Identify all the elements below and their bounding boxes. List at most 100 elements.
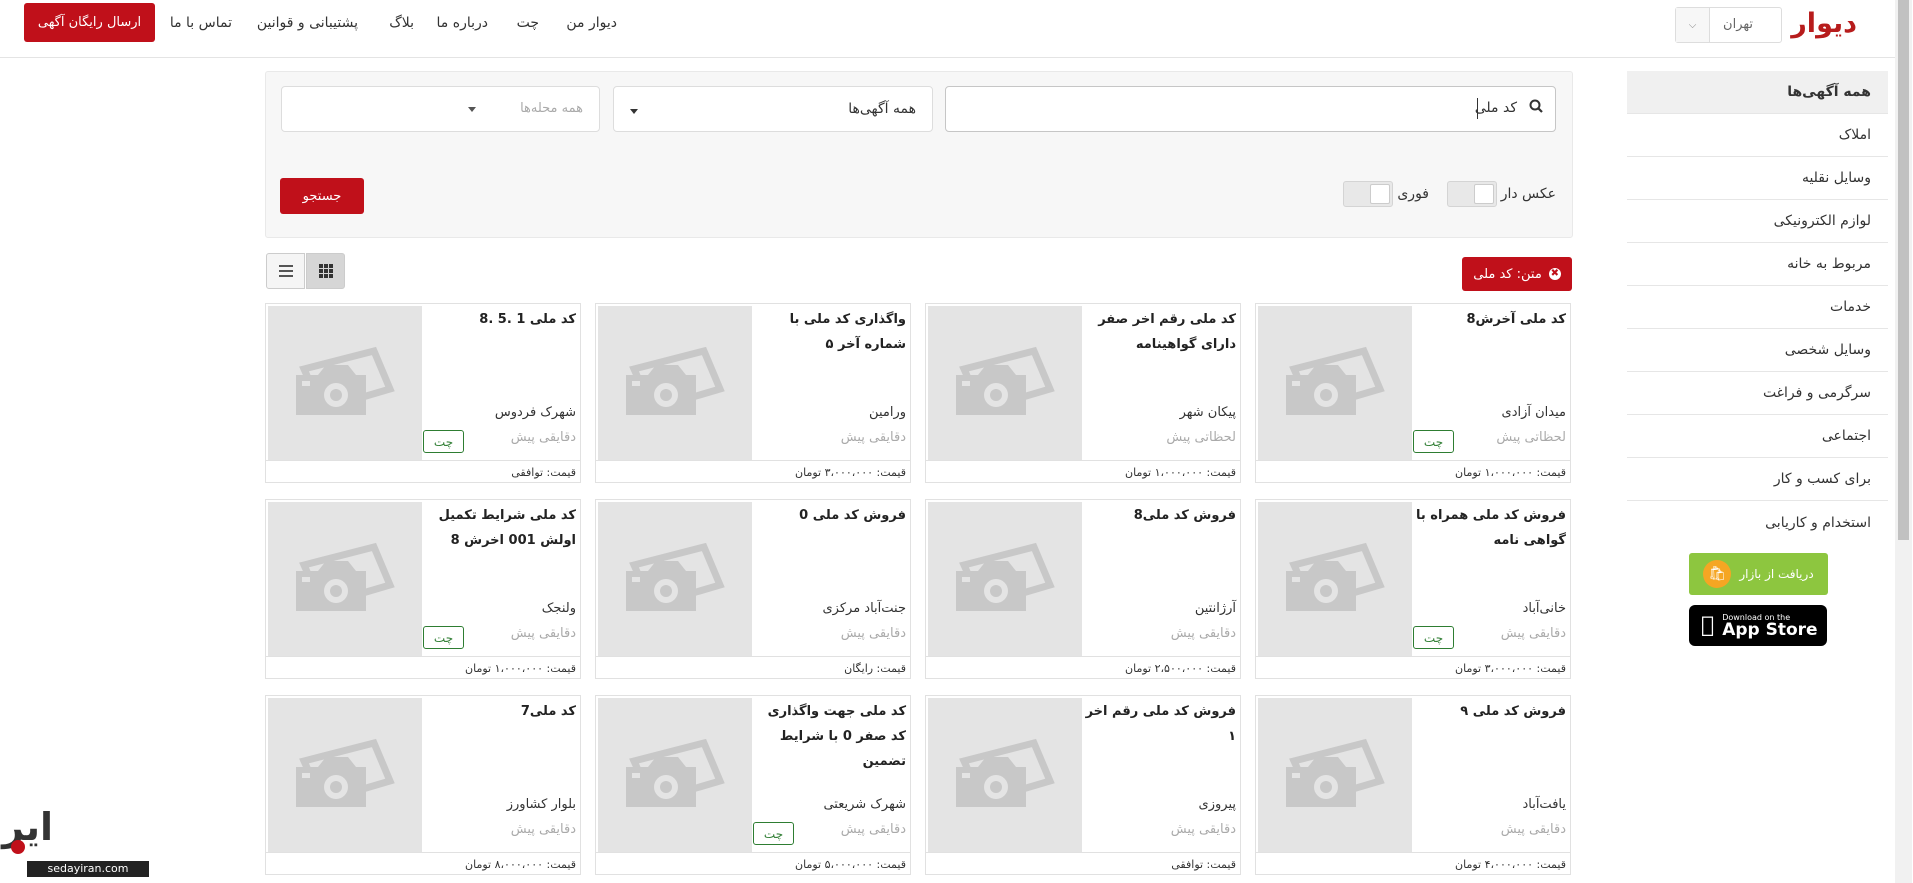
ad-card[interactable]: فروش کد ملی رقم اخر ۱ پیروزی دقایقی پیش قیم… — [926, 695, 1242, 875]
sidebar-item-real-estate[interactable]: املاک — [1628, 114, 1889, 157]
chat-button[interactable]: چت — [754, 822, 795, 845]
ad-card[interactable]: کد ملی 1 .5 .8 شهرک فردوس دقایقی پیش چت قیمت… — [266, 303, 582, 483]
ad-title[interactable]: فروش کد ملی همراه با گواهی نامه — [1415, 503, 1567, 553]
ad-card[interactable]: فروش کد ملی 0 جنت‌آباد مرکزی دقایقی پیش قیم… — [596, 499, 912, 679]
chat-button[interactable]: چت — [424, 626, 465, 649]
nav-my-divar[interactable]: دیوار من — [567, 15, 618, 31]
chat-button[interactable]: چت — [1414, 626, 1455, 649]
city-selector[interactable]: تهران ⌵ — [1676, 7, 1783, 43]
search-query-text: کد ملی — [1475, 100, 1518, 116]
ad-card[interactable]: کد ملی جهت واگذاری کد صفر 0 با شرایط تضم… — [596, 695, 912, 875]
page-scrollbar[interactable] — [1896, 0, 1913, 883]
sidebar-item-vehicles[interactable]: وسایل نقلیه — [1628, 157, 1889, 200]
sidebar-item-business[interactable]: برای کسب و کار — [1628, 458, 1889, 501]
ad-title[interactable]: فروش کد ملی ۹ — [1415, 699, 1567, 724]
photo-toggle[interactable] — [1448, 181, 1498, 207]
ad-title[interactable]: کد ملی رقم اخر صفر دارای گواهینامه — [1085, 307, 1237, 357]
ad-time: دقایقی پیش — [1501, 626, 1567, 641]
nav-chat[interactable]: چت — [518, 15, 540, 31]
filter-chip-label: متن: کد ملی — [1474, 266, 1543, 282]
nav-contact[interactable]: تماس با ما — [171, 15, 233, 31]
urgent-toggle-label: فوری — [1398, 186, 1430, 202]
ad-card[interactable]: فروش کد ملی8 آرژانتین دقایقی پیش قیمت: ۲،۵۰… — [926, 499, 1242, 679]
post-ad-button[interactable]: ارسال رایگان آگهی — [25, 3, 156, 42]
ad-card[interactable]: کد ملی7 بلوار کشاورز دقایقی پیش قیمت: ۸،۰۰۰… — [266, 695, 582, 875]
ad-time: دقایقی پیش — [841, 430, 907, 445]
camera-icon — [291, 341, 401, 425]
scrollbar-thumb[interactable] — [1899, 0, 1910, 540]
divar-logo[interactable]: دیوار — [1792, 8, 1859, 39]
watermark-logo: ایرانی — [0, 805, 54, 849]
neighborhood-select[interactable]: همه محله‌ها — [282, 86, 601, 132]
close-icon[interactable]: ✖ — [1549, 268, 1562, 280]
nav-support[interactable]: پشتیبانی و قوانین — [258, 15, 359, 31]
active-filter-chip[interactable]: ✖ متن: کد ملی — [1463, 257, 1573, 291]
ad-title[interactable]: فروش کد ملی8 — [1085, 503, 1237, 528]
placeholder-image — [929, 698, 1083, 852]
ad-location: میدان آزادی — [1502, 405, 1567, 420]
placeholder-image — [929, 502, 1083, 656]
sidebar-item-jobs[interactable]: استخدام و کاریابی — [1628, 501, 1889, 544]
toggle-knob — [1475, 184, 1495, 204]
sidebar-item-social[interactable]: اجتماعی — [1628, 415, 1889, 458]
ad-title[interactable]: کد ملی آخرش8 — [1415, 307, 1567, 332]
search-input[interactable]: کد ملی — [946, 86, 1557, 132]
ad-card[interactable]: کد ملی شرایط تکمیل اولش 001 اخرش 8 ولنجک د… — [266, 499, 582, 679]
ad-location: بلوار کشاورز — [507, 797, 577, 812]
ad-price: قیمت: ۴،۰۰۰،۰۰۰ تومان — [1257, 852, 1571, 876]
search-button[interactable]: جستجو — [281, 178, 365, 214]
nav-about[interactable]: درباره ما — [438, 15, 489, 31]
ad-location: جنت‌آباد مرکزی — [823, 601, 907, 616]
camera-icon — [291, 733, 401, 817]
list-view-button[interactable] — [267, 253, 306, 289]
ad-title[interactable]: فروش کد ملی 0 — [755, 503, 907, 528]
ad-title[interactable]: فروش کد ملی رقم اخر ۱ — [1085, 699, 1237, 749]
placeholder-image — [599, 306, 753, 460]
camera-icon — [951, 537, 1061, 621]
ad-time: دقایقی پیش — [841, 626, 907, 641]
ad-card[interactable]: کد ملی رقم اخر صفر دارای گواهینامه پیکان … — [926, 303, 1242, 483]
sidebar-item-personal[interactable]: وسایل شخصی — [1628, 329, 1889, 372]
ad-card[interactable]: واگذاری کد ملی با شماره آخر ۵ ورامین دقایق… — [596, 303, 912, 483]
ad-location: خانی‌آباد — [1523, 601, 1567, 616]
bazaar-download-badge[interactable]: دریافت از بازار 🛍 — [1690, 553, 1829, 595]
app-store-badge[interactable]:  Download on the App Store — [1690, 605, 1828, 646]
list-icon — [279, 265, 294, 277]
urgent-toggle[interactable] — [1344, 181, 1394, 207]
ad-title[interactable]: کد ملی جهت واگذاری کد صفر 0 با شرایط تضم… — [755, 699, 907, 774]
sidebar-item-services[interactable]: خدمات — [1628, 286, 1889, 329]
neighborhood-placeholder: همه محله‌ها — [521, 101, 584, 116]
ad-location: یافت‌آباد — [1523, 797, 1567, 812]
placeholder-image — [1259, 502, 1413, 656]
ad-title[interactable]: کد ملی شرایط تکمیل اولش 001 اخرش 8 — [425, 503, 577, 553]
ad-card[interactable]: فروش کد ملی ۹ یافت‌آباد دقایقی پیش قیمت: ۴،… — [1256, 695, 1572, 875]
placeholder-image — [1259, 306, 1413, 460]
chat-button[interactable]: چت — [424, 430, 465, 453]
sidebar-item-all[interactable]: همه آگهی‌ها — [1628, 71, 1889, 114]
ad-card[interactable]: فروش کد ملی همراه با گواهی نامه خانی‌آباد… — [1256, 499, 1572, 679]
sidebar-item-leisure[interactable]: سرگرمی و فراغت — [1628, 372, 1889, 415]
shopping-bag-icon: 🛍 — [1704, 560, 1733, 588]
placeholder-image — [599, 698, 753, 852]
search-icon — [1530, 99, 1544, 117]
ad-title[interactable]: کد ملی7 — [425, 699, 577, 724]
category-select[interactable]: همه آگهی‌ها — [614, 86, 934, 132]
sidebar-item-home[interactable]: مربوط به خانه — [1628, 243, 1889, 286]
placeholder-image — [929, 306, 1083, 460]
grid-view-button[interactable] — [307, 253, 346, 289]
text-cursor — [1478, 98, 1479, 119]
sidebar-item-electronics[interactable]: لوازم الکترونیکی — [1628, 200, 1889, 243]
dropdown-arrow-icon — [631, 109, 639, 114]
ad-title[interactable]: کد ملی 1 .5 .8 — [425, 307, 577, 332]
ad-title[interactable]: واگذاری کد ملی با شماره آخر ۵ — [755, 307, 907, 357]
ad-price: قیمت: توافقی — [927, 852, 1241, 876]
ad-card[interactable]: کد ملی آخرش8 میدان آزادی لحظاتی پیش چت قیمت:… — [1256, 303, 1572, 483]
ad-price: قیمت: ۱،۰۰۰،۰۰۰ تومان — [1257, 460, 1571, 484]
ad-location: آرژانتین — [1195, 601, 1237, 616]
ad-price: قیمت: ۱،۰۰۰،۰۰۰ تومان — [267, 656, 581, 680]
camera-icon — [951, 733, 1061, 817]
nav-blog[interactable]: بلاگ — [390, 15, 415, 31]
watermark: ایرانی sedayiran.com — [0, 800, 150, 883]
chat-button[interactable]: چت — [1414, 430, 1455, 453]
watermark-dot — [12, 840, 26, 854]
